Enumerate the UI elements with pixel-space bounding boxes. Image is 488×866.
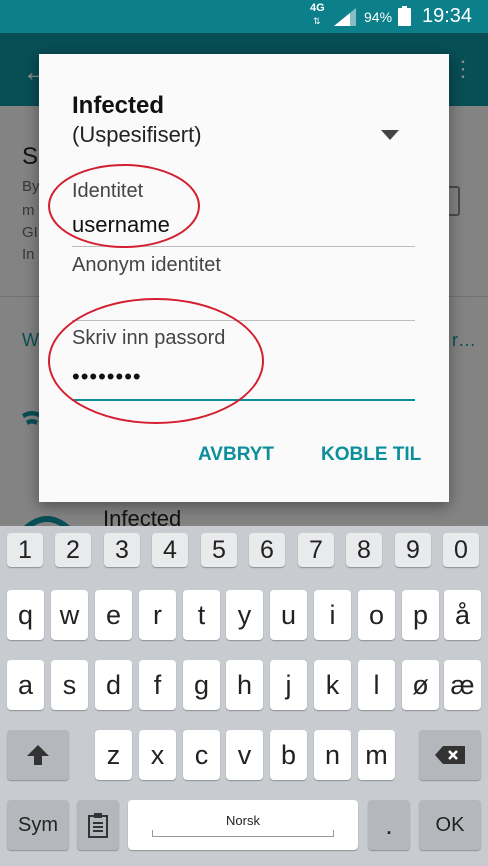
password-underline	[72, 399, 415, 401]
identity-label: Identitet	[72, 180, 144, 202]
connect-button[interactable]: KOBLE TIL	[321, 444, 421, 466]
status-bar: 4G ⇅ 94% 19:34	[0, 0, 488, 33]
key-e[interactable]: e	[95, 590, 132, 640]
key-v[interactable]: v	[226, 730, 263, 780]
dropdown-arrow-icon[interactable]	[381, 130, 399, 140]
battery-icon	[398, 6, 411, 26]
key-n[interactable]: n	[314, 730, 351, 780]
key-o[interactable]: o	[358, 590, 395, 640]
data-arrows-icon: ⇅	[313, 16, 321, 26]
anonymous-identity-underline	[72, 320, 415, 321]
network-type: 4G	[310, 2, 325, 14]
period-key[interactable]: .	[368, 800, 410, 850]
cancel-button[interactable]: AVBRYT	[198, 444, 274, 466]
key-u[interactable]: u	[270, 590, 307, 640]
key-h[interactable]: h	[226, 660, 263, 710]
space-bar-icon	[152, 830, 334, 837]
key-c[interactable]: c	[183, 730, 220, 780]
key-9[interactable]: 9	[395, 533, 431, 567]
keyboard: 1 2 3 4 5 6 7 8 9 0 q w e r t y u i o p …	[0, 526, 488, 866]
key-1[interactable]: 1	[7, 533, 43, 567]
key-y[interactable]: y	[226, 590, 263, 640]
key-j[interactable]: j	[270, 660, 307, 710]
key-z[interactable]: z	[95, 730, 132, 780]
key-m[interactable]: m	[358, 730, 395, 780]
shift-key[interactable]	[7, 730, 69, 780]
dialog-title: Infected	[72, 92, 165, 119]
password-field[interactable]: ••••••••	[72, 364, 142, 390]
key-0[interactable]: 0	[443, 533, 479, 567]
key-ae[interactable]: æ	[444, 660, 481, 710]
ok-key[interactable]: OK	[419, 800, 481, 850]
key-s[interactable]: s	[51, 660, 88, 710]
key-3[interactable]: 3	[104, 533, 140, 567]
anonymous-identity-label: Anonym identitet	[72, 254, 221, 276]
key-2[interactable]: 2	[55, 533, 91, 567]
shift-arrow-icon	[27, 745, 49, 765]
space-language-label: Norsk	[226, 813, 260, 828]
key-f[interactable]: f	[139, 660, 176, 710]
identity-underline	[72, 246, 415, 247]
battery-percent: 94%	[364, 9, 393, 25]
identity-field[interactable]: username	[72, 212, 170, 238]
sym-key[interactable]: Sym	[7, 800, 69, 850]
clipboard-icon	[88, 813, 108, 838]
clipboard-key[interactable]	[77, 800, 119, 850]
key-8[interactable]: 8	[346, 533, 382, 567]
key-d[interactable]: d	[95, 660, 132, 710]
key-x[interactable]: x	[139, 730, 176, 780]
key-l[interactable]: l	[358, 660, 395, 710]
key-b[interactable]: b	[270, 730, 307, 780]
key-5[interactable]: 5	[201, 533, 237, 567]
key-g[interactable]: g	[183, 660, 220, 710]
key-t[interactable]: t	[183, 590, 220, 640]
key-i[interactable]: i	[314, 590, 351, 640]
key-r[interactable]: r	[139, 590, 176, 640]
backspace-icon	[435, 746, 465, 764]
space-key[interactable]: Norsk	[128, 800, 358, 850]
key-p[interactable]: p	[402, 590, 439, 640]
key-oe[interactable]: ø	[402, 660, 439, 710]
signal-icon	[334, 8, 356, 26]
key-7[interactable]: 7	[298, 533, 334, 567]
key-a[interactable]: a	[7, 660, 44, 710]
key-4[interactable]: 4	[152, 533, 188, 567]
backspace-key[interactable]	[419, 730, 481, 780]
key-k[interactable]: k	[314, 660, 351, 710]
password-label: Skriv inn passord	[72, 327, 226, 349]
key-6[interactable]: 6	[249, 533, 285, 567]
key-w[interactable]: w	[51, 590, 88, 640]
clock: 19:34	[422, 5, 473, 27]
key-aa[interactable]: å	[444, 590, 481, 640]
wifi-connect-dialog: Infected (Uspesifisert) Identitet userna…	[39, 54, 449, 502]
security-dropdown[interactable]: (Uspesifisert)	[72, 122, 202, 148]
key-q[interactable]: q	[7, 590, 44, 640]
